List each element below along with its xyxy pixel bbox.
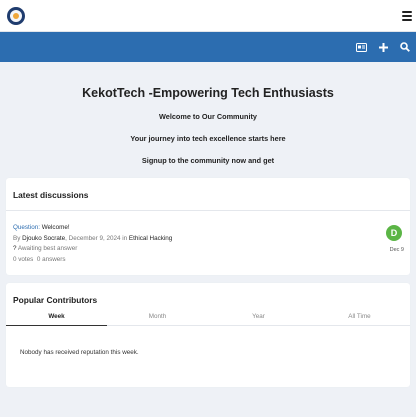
contributors-tabs: Week Month Year All Time	[6, 313, 410, 326]
topic-date: , December 9, 2024 in	[65, 234, 128, 242]
tab-week[interactable]: Week	[6, 313, 107, 326]
page-title: KekotTech -Empowering Tech Enthusiasts	[82, 86, 334, 100]
welcome-text: Welcome to Our Community	[159, 112, 257, 121]
answer-status: ? Awaiting best answer	[13, 244, 403, 255]
tab-month[interactable]: Month	[107, 313, 208, 325]
hamburger-menu-icon[interactable]	[402, 10, 412, 21]
id-card-icon[interactable]	[356, 42, 367, 52]
tab-year[interactable]: Year	[208, 313, 309, 325]
site-logo[interactable]	[7, 6, 25, 25]
latest-discussions-title: Latest discussions	[6, 178, 410, 211]
popular-contributors-title: Popular Contributors	[13, 295, 98, 305]
status-text: Awaiting best answer	[17, 245, 78, 253]
signup-text: Signup to the community now and get	[141, 156, 275, 165]
nav-bar	[0, 32, 416, 62]
topic-stats: 0 votes 0 answers	[13, 255, 403, 266]
list-item[interactable]: Question: Welcome! By Djouko Socrate, De…	[6, 211, 410, 266]
answers-count: 0 answers	[36, 256, 66, 264]
hamburger-line	[402, 14, 412, 17]
top-bar	[0, 0, 416, 32]
avatar[interactable]: D	[386, 225, 402, 241]
by-label: By	[13, 234, 21, 242]
topic-meta: By Djouko Socrate, December 9, 2024 in E…	[13, 234, 403, 245]
last-post-date: Dec 9	[389, 247, 404, 253]
journey-text: Your journey into tech excellence starts…	[130, 134, 286, 143]
plus-icon[interactable]	[379, 42, 388, 52]
votes-count: 0 votes	[13, 256, 34, 264]
question-label: Question:	[13, 224, 40, 231]
popular-contributors-card: Popular Contributors Week Month Year All…	[6, 283, 410, 387]
question-mark-icon: ?	[13, 245, 17, 253]
forum-link[interactable]: Ethical Hacking	[129, 235, 172, 242]
latest-discussions-card: Latest discussions Question: Welcome! By…	[6, 178, 410, 275]
hamburger-line	[402, 10, 412, 13]
topic-title-link[interactable]: Welcome!	[42, 224, 70, 231]
empty-state-message: Nobody has received reputation this week…	[20, 349, 139, 356]
search-icon[interactable]	[400, 42, 410, 52]
hero-section: KekotTech -Empowering Tech Enthusiasts W…	[0, 62, 416, 165]
tab-all-time[interactable]: All Time	[309, 313, 410, 325]
author-link[interactable]: Djouko Socrate	[22, 235, 65, 242]
topic-line: Question: Welcome!	[13, 223, 403, 234]
hamburger-line	[402, 18, 412, 21]
